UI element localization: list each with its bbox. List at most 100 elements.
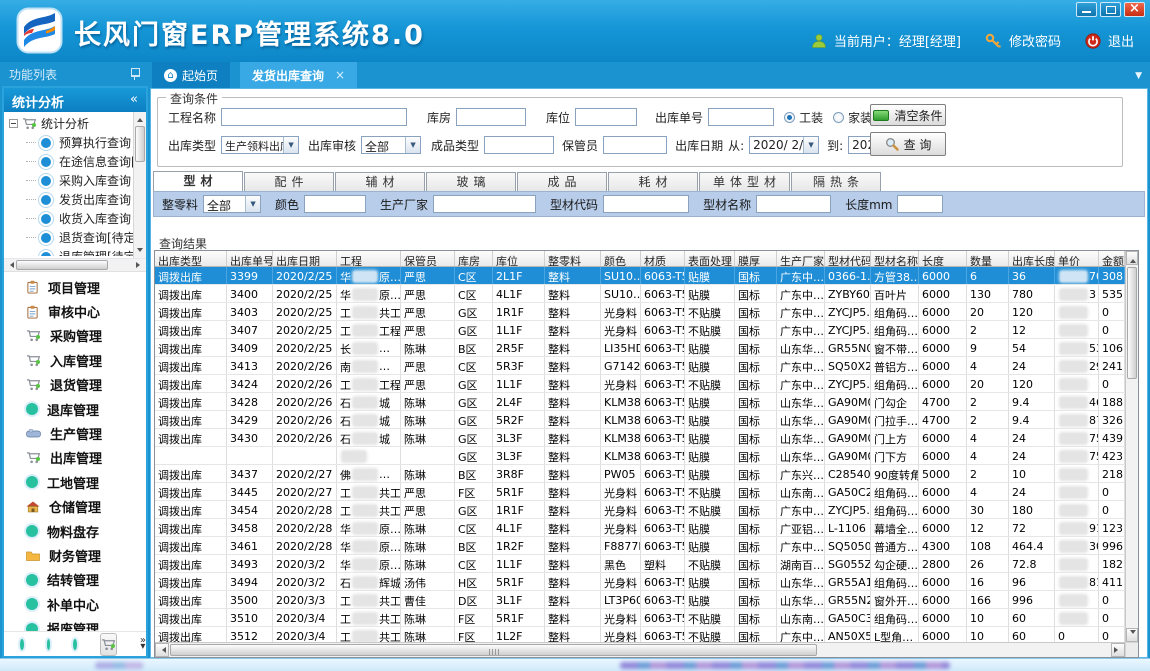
table-row[interactable]: 调拨出库34932020/3/2华原…陈琳C区1L1F整料黑色塑料不贴膜国标湖南… [155, 555, 1125, 573]
tree-vertical-scrollbar[interactable] [133, 112, 146, 258]
column-header[interactable]: 整零料 [545, 251, 601, 266]
tree-item[interactable]: 发货出库查询 [4, 190, 134, 209]
column-header[interactable]: 生产厂家 [777, 251, 825, 266]
sidebar-module[interactable]: 结转管理 [4, 568, 146, 592]
sidebar-module[interactable]: 退货管理 [4, 373, 146, 397]
table-row[interactable]: 调拨出库34032020/2/25工共工程严思G区1R1F整料光身料6063-T… [155, 303, 1125, 321]
profile-name-input[interactable] [756, 195, 831, 213]
scroll-down-icon[interactable] [1130, 630, 1136, 637]
sidebar-module[interactable]: 项目管理 [4, 275, 146, 299]
module-dot-icon[interactable] [73, 639, 77, 650]
tab-home[interactable]: ⌂ 起始页 [152, 62, 230, 88]
clear-conditions-button[interactable]: 清空条件 [870, 104, 946, 126]
column-header[interactable]: 型材代码 [825, 251, 871, 266]
table-row[interactable]: 调拨出库34302020/2/26石城陈琳G区3L3F整料KLM38176063… [155, 429, 1125, 447]
scroll-up-icon[interactable] [1130, 256, 1136, 263]
table-row[interactable]: 调拨出库34002020/2/25华原…严思C区4L1F整料SU10…6063-… [155, 285, 1125, 303]
column-header[interactable]: 膜厚 [735, 251, 777, 266]
sidebar-module[interactable]: 采购管理 [4, 324, 146, 348]
sidebar-module[interactable]: 财务管理 [4, 543, 146, 567]
change-password-link[interactable]: 修改密码 [1009, 31, 1061, 50]
table-row[interactable]: 调拨出库34282020/2/26石城陈琳G区2L4F整料KLM38176063… [155, 393, 1125, 411]
cart-shortcut-button[interactable] [100, 633, 117, 656]
column-header[interactable]: 出库日期 [273, 251, 337, 266]
warehouse-input[interactable] [456, 108, 526, 126]
radio-industrial[interactable] [784, 112, 795, 123]
table-row[interactable]: 调拨出库34452020/2/27工共工程严思F区5R1F整料光身料6063-T… [155, 483, 1125, 501]
stats-section-header[interactable]: 统计分析 « [4, 88, 146, 112]
location-input[interactable] [575, 108, 637, 126]
length-input[interactable] [897, 195, 943, 213]
table-row[interactable]: 调拨出库34132020/2/26南…严思C区5R3F整料G714226063-… [155, 357, 1125, 375]
table-row[interactable]: 调拨出库34612020/2/28华原…陈琳B区1R2F整料F8877FT606… [155, 537, 1125, 555]
column-header[interactable]: 出库长度 [1009, 251, 1055, 266]
sidebar-module[interactable]: 退库管理 [4, 397, 146, 421]
scrollbar-thumb[interactable] [170, 644, 817, 656]
pin-icon[interactable] [131, 68, 140, 77]
module-dot-icon[interactable] [20, 639, 24, 650]
search-button[interactable]: 查 询 [870, 132, 946, 156]
column-header[interactable]: 颜色 [601, 251, 641, 266]
maker-input[interactable] [433, 195, 536, 213]
column-header[interactable]: 库房 [455, 251, 493, 266]
minimize-button[interactable] [1076, 2, 1097, 17]
collapse-toggle-icon[interactable] [9, 119, 18, 128]
tree-item[interactable]: 收货入库查询 [4, 209, 134, 228]
material-tab[interactable]: 辅材 [335, 172, 425, 191]
grid-vertical-scrollbar[interactable] [1125, 251, 1138, 642]
scroll-right-icon[interactable] [1114, 647, 1121, 653]
column-header[interactable]: 单价 [1055, 251, 1099, 266]
maximize-button[interactable] [1100, 2, 1121, 17]
column-header[interactable]: 表面处理 [685, 251, 735, 266]
material-tab[interactable]: 耗材 [608, 172, 698, 191]
collapse-icon[interactable]: « [130, 92, 138, 107]
whole-part-select[interactable]: 全部 [203, 195, 261, 213]
scrollbar-thumb[interactable] [16, 260, 108, 270]
column-header[interactable]: 工程 [337, 251, 401, 266]
tree-item[interactable]: 采购入库查询 [4, 171, 134, 190]
scroll-right-icon[interactable] [136, 262, 143, 268]
table-row[interactable]: 调拨出库35102020/3/4工共工程陈琳F区5R1F整料光身料6063-T5… [155, 609, 1125, 627]
table-row[interactable]: 调拨出库34292020/2/26石城陈琳G区5R2F整料KLM38176063… [155, 411, 1125, 429]
outbound-audit-select[interactable]: 全部 [361, 136, 421, 154]
sidebar-module[interactable]: 补单中心 [4, 592, 146, 616]
logout-link[interactable]: 退出 [1108, 31, 1134, 50]
column-header[interactable]: 材质 [641, 251, 685, 266]
sidebar-module[interactable]: 物料盘存 [4, 519, 146, 543]
tab-close-icon[interactable]: × [335, 68, 345, 82]
product-type-input[interactable] [484, 136, 554, 154]
tab-shipping-outbound-query[interactable]: 发货出库查询 × [240, 62, 357, 88]
sidebar-module[interactable]: 生产管理 [4, 421, 146, 445]
sidebar-module[interactable]: 审核中心 [4, 299, 146, 323]
column-header[interactable]: 出库单号 [227, 251, 273, 266]
grid-horizontal-scrollbar[interactable] [155, 642, 1125, 657]
tabstrip-chevron-down-icon[interactable]: ▼ [1135, 71, 1142, 81]
material-tab[interactable]: 单体型材 [699, 172, 790, 191]
radio-home[interactable] [833, 112, 844, 123]
column-header[interactable]: 长度 [919, 251, 967, 266]
sidebar-module[interactable]: 出库管理 [4, 446, 146, 470]
material-tab[interactable]: 隔热条 [791, 172, 881, 191]
column-header[interactable]: 金额 [1099, 251, 1125, 266]
sidebar-module[interactable]: 工地管理 [4, 470, 146, 494]
table-row[interactable]: 调拨出库34242020/2/26工工程严思G区1L1F整料光身料6063-T5… [155, 375, 1125, 393]
scroll-up-icon[interactable] [137, 115, 143, 122]
table-row[interactable]: G区3L3F整料KLM38176063-T5贴膜国标山东华…GA90M09.门下… [155, 447, 1125, 465]
table-row[interactable]: 调拨出库34542020/2/28工共工程严思G区1R1F整料光身料6063-T… [155, 501, 1125, 519]
close-button[interactable] [1124, 2, 1145, 17]
column-header[interactable]: 保管员 [401, 251, 455, 266]
profile-code-input[interactable] [603, 195, 689, 213]
sidebar-module[interactable]: 报废管理 [4, 616, 146, 631]
table-row[interactable]: 调拨出库34582020/2/28华原…陈琳C区4L1F整料光身料6063-T5… [155, 519, 1125, 537]
module-dot-icon[interactable] [47, 639, 51, 650]
sidebar-module[interactable]: 入库管理 [4, 348, 146, 372]
date-from-select[interactable]: 2020/ 2/16 [749, 136, 819, 154]
table-row[interactable]: 调拨出库34092020/2/25长…陈琳B区2R5F整料LI35HD6063-… [155, 339, 1125, 357]
scroll-left-icon[interactable] [159, 647, 166, 653]
scroll-down-icon[interactable] [137, 248, 143, 255]
tree-root[interactable]: 统计分析 [4, 114, 134, 133]
material-tab[interactable]: 型材 [153, 171, 243, 191]
tree-item[interactable]: 退货查询[待定] [4, 228, 134, 247]
scrollbar-thumb[interactable] [1127, 267, 1137, 379]
table-row[interactable]: 调拨出库34942020/3/2石辉城汤伟H区5R1F整料光身料6063-T5贴… [155, 573, 1125, 591]
